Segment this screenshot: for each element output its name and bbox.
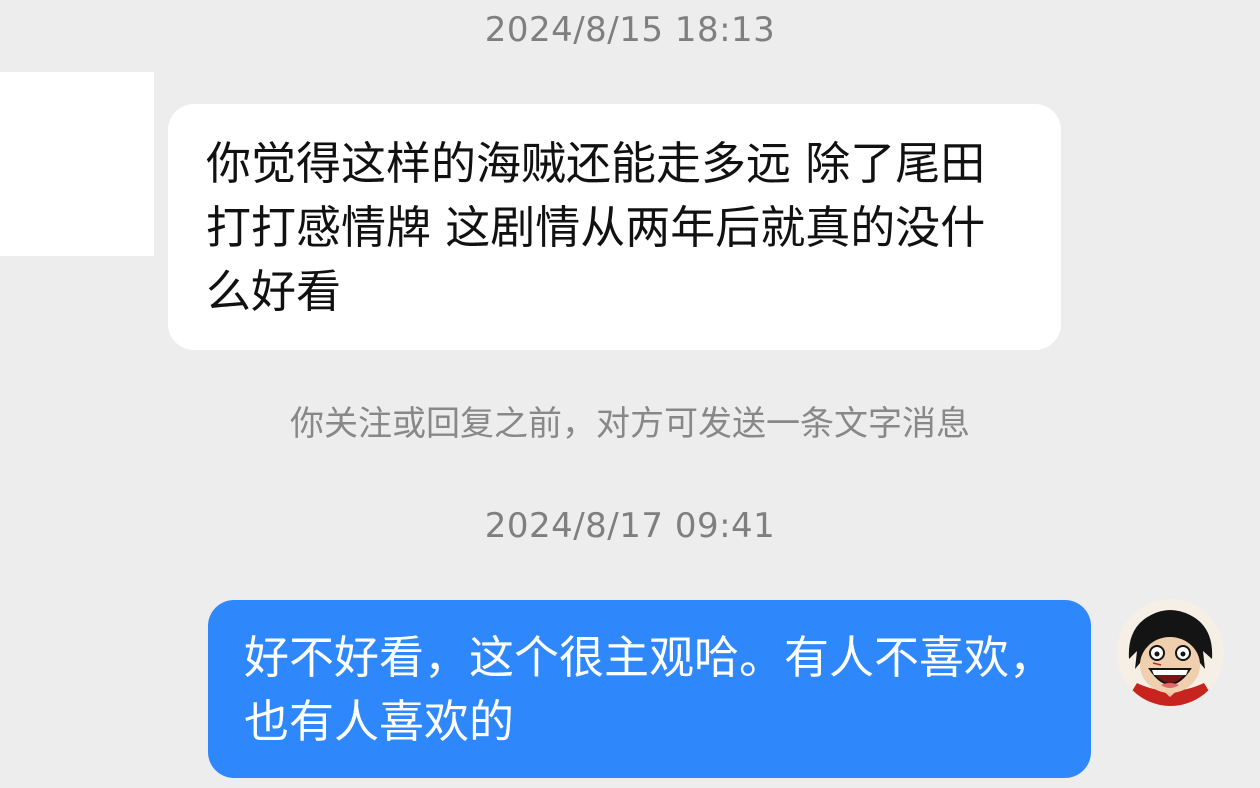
- message-timestamp: 2024/8/15 18:13: [484, 10, 776, 50]
- outgoing-message-text: 好不好看，这个很主观哈。有人不喜欢，也有人喜欢的: [244, 631, 1055, 748]
- my-avatar[interactable]: [1117, 599, 1224, 706]
- incoming-message-text: 你觉得这样的海贼还能走多远 除了尾田打打感情牌 这剧情从两年后就真的没什么好看: [206, 137, 986, 318]
- incoming-message-bubble[interactable]: 你觉得这样的海贼还能走多远 除了尾田打打感情牌 这剧情从两年后就真的没什么好看: [168, 104, 1061, 350]
- system-notice: 你关注或回复之前，对方可发送一条文字消息: [290, 404, 970, 444]
- luffy-avatar-icon: [1117, 599, 1224, 706]
- outgoing-message-bubble[interactable]: 好不好看，这个很主观哈。有人不喜欢，也有人喜欢的: [208, 600, 1091, 778]
- sender-avatar[interactable]: [0, 72, 154, 256]
- message-timestamp: 2024/8/17 09:41: [484, 506, 776, 546]
- chat-view: 2024/8/15 18:13 你觉得这样的海贼还能走多远 除了尾田打打感情牌 …: [0, 0, 1260, 788]
